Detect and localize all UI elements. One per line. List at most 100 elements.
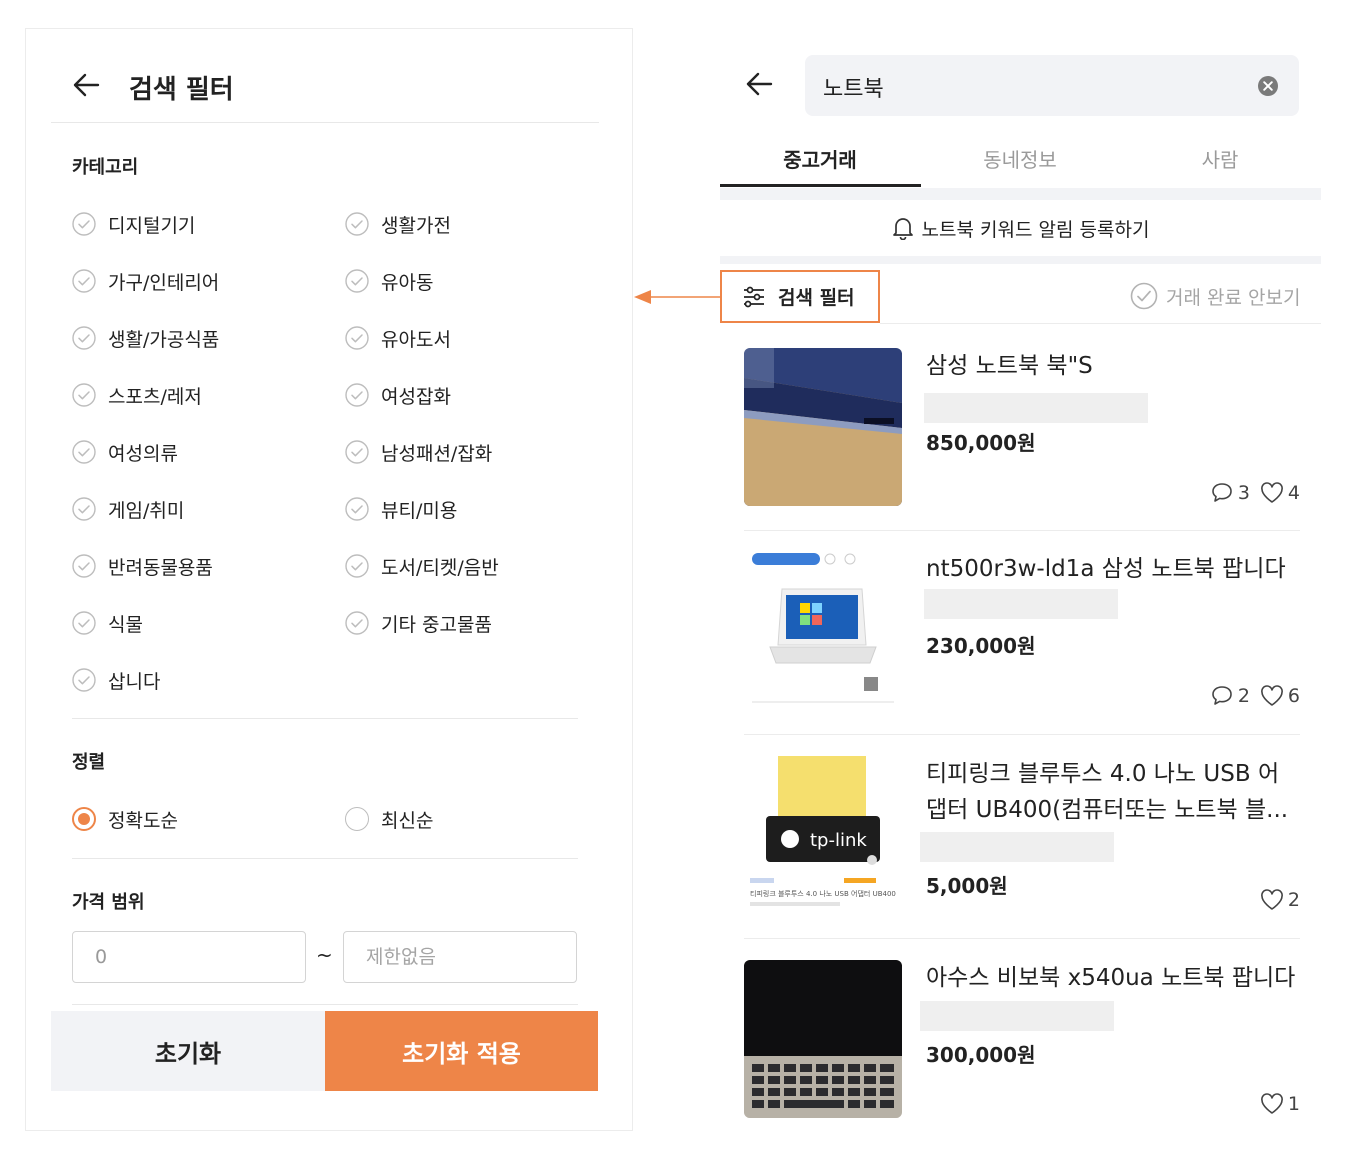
sort-option-accuracy[interactable]: 정확도순 [72,804,178,834]
item-price: 300,000원 [926,1043,1036,1067]
category-checkbox[interactable]: 생활/가공식품 [72,323,219,353]
category-checkbox[interactable]: 삽니다 [72,665,160,695]
radio-selected[interactable] [72,807,96,831]
category-checkbox[interactable]: 디지털기기 [72,209,195,239]
search-filter-label: 검색 필터 [778,287,855,309]
category-label: 식물 [108,613,143,636]
tplink-logo-text: tp-link [810,830,867,851]
category-label: 도서/티켓/음반 [381,556,499,579]
category-checkbox[interactable]: 여성의류 [72,437,178,467]
sort-option-label: 최신순 [381,809,434,832]
category-label: 기타 중고물품 [381,613,492,636]
check-circle-icon [345,383,369,407]
check-circle-icon [345,497,369,521]
category-section-title: 카테고리 [72,157,139,178]
back-arrow-icon[interactable] [72,72,100,98]
tab-people[interactable]: 사람 [1120,144,1320,173]
category-label: 생활가전 [381,214,451,237]
hide-completed-toggle[interactable]: 거래 완료 안보기 [1130,282,1300,310]
connector-arrow [634,290,720,304]
check-circle-icon [72,554,96,578]
search-filter-button[interactable]: 검색 필터 [720,270,880,323]
heart-icon [1261,482,1283,503]
tab-used-goods[interactable]: 중고거래 [720,144,920,173]
sliders-icon [744,286,764,307]
divider [51,122,599,123]
tab-local-info[interactable]: 동네정보 [920,144,1120,173]
category-label: 반려동물용품 [108,556,213,579]
category-checkbox[interactable]: 남성패션/잡화 [345,437,492,467]
category-checkbox[interactable]: 게임/취미 [72,494,184,524]
category-checkbox[interactable]: 여성잡화 [345,380,451,410]
sort-section-title: 정렬 [72,752,106,773]
item-stats: 2 [1260,889,1300,911]
price-max-input[interactable] [343,931,577,983]
category-label: 여성잡화 [381,385,451,408]
category-checkbox[interactable]: 스포츠/레저 [72,380,202,410]
check-circle-icon [345,440,369,464]
check-circle-icon [345,326,369,350]
apply-button[interactable]: 초기화 적용 [325,1011,598,1091]
price-min-input[interactable] [72,931,306,983]
product-thumbnail [744,549,902,707]
product-thumbnail [744,348,902,506]
item-price: 5,000원 [926,874,1008,898]
list-item[interactable]: 아수스 비보북 x540ua 노트북 팝니다 300,000원 1 [744,960,1300,1120]
sort-option-latest[interactable]: 최신순 [345,804,433,834]
item-title: 티피링크 블루투스 4.0 나노 USB 어댑터 UB400(컴퓨터또는 노트북… [926,761,1289,823]
category-checkbox[interactable]: 유아동 [345,266,433,296]
divider-band [720,188,1321,200]
category-checkbox[interactable]: 반려동물용품 [72,551,213,581]
category-label: 남성패션/잡화 [381,442,493,465]
comment-count: 3 [1237,482,1250,504]
category-checkbox[interactable]: 도서/티켓/음반 [345,551,499,581]
category-checkbox[interactable]: 식물 [72,608,143,638]
category-checkbox[interactable]: 기타 중고물품 [345,608,492,638]
check-circle-icon [72,326,96,350]
active-tab-indicator [720,184,921,187]
item-stats: 3 4 [1210,481,1300,505]
category-checkbox[interactable]: 유아도서 [345,323,451,353]
comment-count: 2 [1237,685,1250,707]
category-checkbox[interactable]: 가구/인테리어 [72,266,219,296]
list-item[interactable]: tp-link 티피링크 블루투스 4.0 나노 USB 어댑터 UB400 티… [744,756,1300,916]
clear-icon[interactable] [1257,75,1279,97]
heart-icon [1261,685,1283,706]
item-price: 230,000원 [926,634,1036,658]
category-label: 삽니다 [108,670,161,693]
search-query: 노트북 [823,77,884,102]
category-checkbox[interactable]: 생활가전 [345,209,451,239]
keyword-alert-button[interactable]: 노트북 키워드 알림 등록하기 [720,200,1321,256]
category-label: 유아도서 [381,328,451,351]
radio-unselected[interactable] [345,807,369,831]
check-circle-icon [72,497,96,521]
back-arrow-icon[interactable] [745,71,773,97]
divider [744,530,1300,531]
price-section-title: 가격 범위 [72,892,145,913]
check-circle-icon [72,383,96,407]
divider-band [720,256,1321,264]
category-checkbox[interactable]: 뷰티/미용 [345,494,457,524]
hide-completed-label: 거래 완료 안보기 [1166,286,1301,309]
check-circle-icon [345,611,369,635]
list-item[interactable]: 삼성 노트북 북"S 850,000원 3 4 [744,348,1300,508]
search-filter-panel: 검색 필터 카테고리 디지털기기 가구/인테리어 생활/가공식품 스포츠/레저 여성의류… [25,28,633,1131]
divider [72,1004,578,1005]
check-circle-icon [72,668,96,692]
result-tabs: 중고거래 동네정보 사람 [720,130,1321,188]
list-item[interactable]: nt500r3w-ld1a 삼성 노트북 팝니다 230,000원 2 6 [744,549,1300,709]
item-title: 삼성 노트북 북"S [926,353,1093,379]
item-stats: 2 6 [1210,684,1300,708]
item-stats: 1 [1260,1093,1300,1115]
item-title: nt500r3w-ld1a 삼성 노트북 팝니다 [926,556,1286,582]
blurred-location [920,832,1114,862]
check-circle-icon [72,440,96,464]
like-count: 2 [1287,889,1300,911]
reset-button[interactable]: 초기화 [51,1011,325,1091]
category-label: 유아동 [381,271,434,294]
category-label: 생활/가공식품 [108,328,220,351]
bell-icon [892,218,913,240]
search-input[interactable]: 노트북 [805,55,1299,116]
chat-icon [1212,483,1232,502]
check-circle-icon [345,212,369,236]
